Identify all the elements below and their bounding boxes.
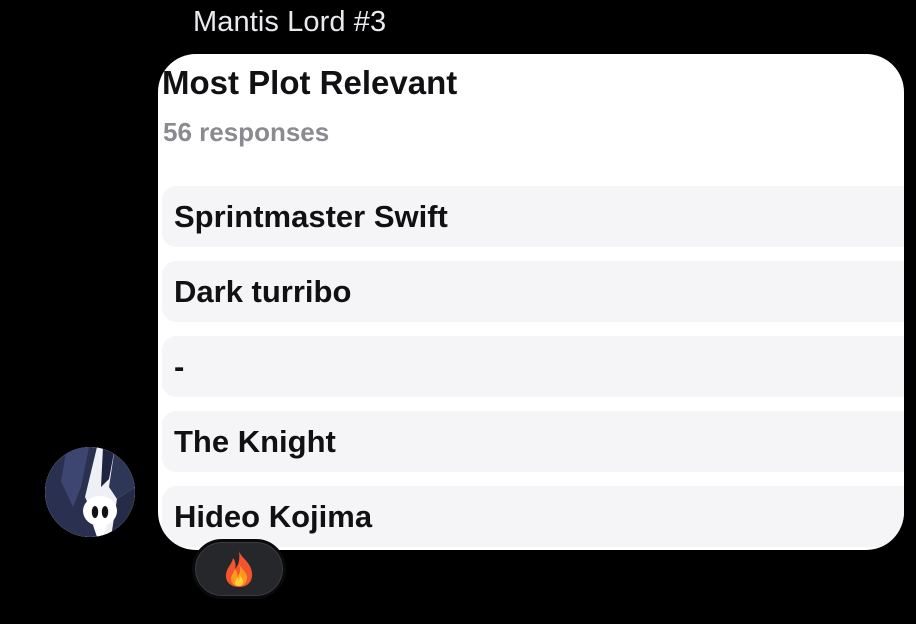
hollow-knight-avatar-icon	[45, 447, 135, 537]
poll-option-label: Hideo Kojima	[174, 498, 373, 534]
poll-option[interactable]: Sprintmaster Swift	[162, 186, 904, 247]
poll-option[interactable]: -	[162, 336, 904, 397]
poll-option-label: The Knight	[174, 423, 336, 459]
poll-option-label: Dark turribo	[174, 273, 352, 309]
poll-option[interactable]: Dark turribo	[162, 261, 904, 322]
poll-option[interactable]: Hideo Kojima	[162, 486, 904, 547]
chat-screen: Mantis Lord #3 Most Plot Relevant 56 res…	[0, 0, 916, 624]
poll-option[interactable]: The Knight	[162, 411, 904, 472]
poll-bubble[interactable]: Most Plot Relevant 56 responses Sprintma…	[158, 54, 904, 550]
poll-options: Sprintmaster Swift Dark turribo - The Kn…	[162, 186, 904, 550]
poll-option-label: Sprintmaster Swift	[174, 198, 448, 234]
poll-option-label: -	[174, 348, 185, 384]
poll-response-count[interactable]: 56 responses	[163, 117, 329, 148]
fire-emoji-icon	[225, 551, 253, 587]
sender-name: Mantis Lord #3	[193, 6, 387, 38]
avatar[interactable]	[45, 447, 135, 537]
reaction-badge[interactable]	[192, 539, 286, 599]
poll-title: Most Plot Relevant	[162, 64, 458, 101]
